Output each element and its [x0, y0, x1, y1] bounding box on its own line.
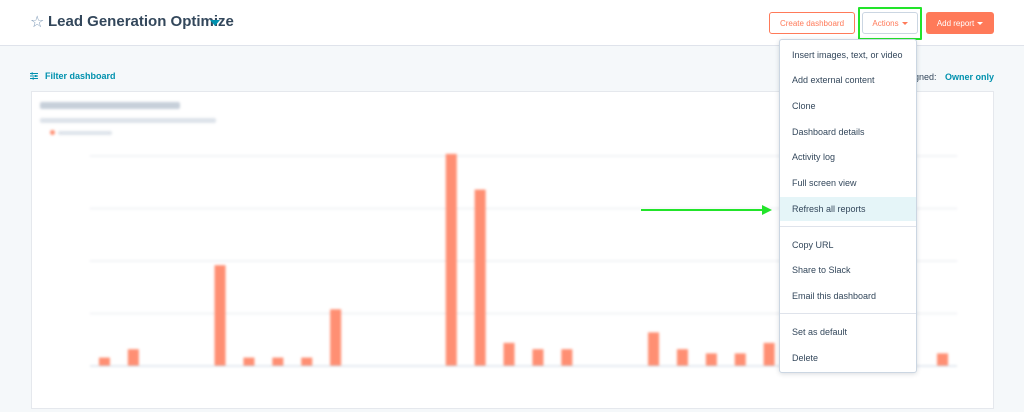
menu-item-email-dashboard[interactable]: Email this dashboard [780, 284, 916, 308]
chart-bar [272, 357, 284, 366]
favorite-star-icon[interactable]: ☆ [30, 12, 44, 31]
assigned-label: gned: [914, 72, 937, 82]
add-report-label: Add report [936, 18, 975, 28]
chart-bar [243, 357, 255, 366]
menu-item-add-external-content[interactable]: Add external content [780, 68, 916, 92]
chart-bar [445, 153, 457, 366]
menu-divider [780, 313, 916, 314]
chart-bar [474, 189, 486, 366]
chart-bar [676, 349, 688, 366]
filter-dashboard-label: Filter dashboard [45, 71, 116, 81]
menu-item-set-as-default[interactable]: Set as default [780, 320, 916, 344]
chart-bar [214, 265, 226, 366]
menu-item-dashboard-details[interactable]: Dashboard details [780, 120, 916, 144]
menu-divider [780, 226, 916, 227]
chart-bar [532, 349, 544, 366]
menu-item-activity-log[interactable]: Activity log [780, 145, 916, 169]
chart-bar [503, 342, 515, 366]
chart-bar [330, 309, 342, 366]
annotation-arrow-icon [641, 205, 772, 215]
menu-item-insert-media[interactable]: Insert images, text, or video [780, 43, 916, 67]
dashboard-switcher-chevron-down-icon[interactable] [210, 20, 220, 26]
chart-bar [734, 353, 746, 366]
menu-item-clone[interactable]: Clone [780, 94, 916, 118]
owner-only-link[interactable]: Owner only [945, 72, 994, 82]
create-dashboard-label: Create dashboard [779, 18, 845, 28]
dashboard-title[interactable]: Lead Generation Optimize [48, 13, 234, 30]
chart-bar [98, 357, 110, 366]
chart-bar [937, 353, 949, 366]
chart-bar [705, 353, 717, 366]
actions-dropdown-menu: Insert images, text, or video Add extern… [779, 39, 917, 373]
menu-item-delete[interactable]: Delete [780, 346, 916, 370]
chart-bar [763, 342, 775, 366]
chart-bar [648, 332, 660, 366]
menu-item-refresh-all-reports[interactable]: Refresh all reports [780, 197, 916, 221]
menu-item-full-screen-view[interactable]: Full screen view [780, 171, 916, 195]
actions-highlight-box [858, 7, 922, 40]
filter-dashboard-link[interactable]: Filter dashboard [30, 71, 116, 81]
filter-sliders-icon [30, 72, 38, 80]
create-dashboard-button[interactable]: Create dashboard [769, 12, 855, 34]
add-report-caret-down-icon [977, 21, 984, 25]
chart-bar [127, 349, 139, 366]
menu-item-copy-url[interactable]: Copy URL [780, 233, 916, 257]
chart-bar [301, 357, 313, 366]
add-report-button[interactable]: Add report [926, 12, 994, 34]
chart-bar [561, 349, 573, 366]
menu-item-share-to-slack[interactable]: Share to Slack [780, 258, 916, 282]
